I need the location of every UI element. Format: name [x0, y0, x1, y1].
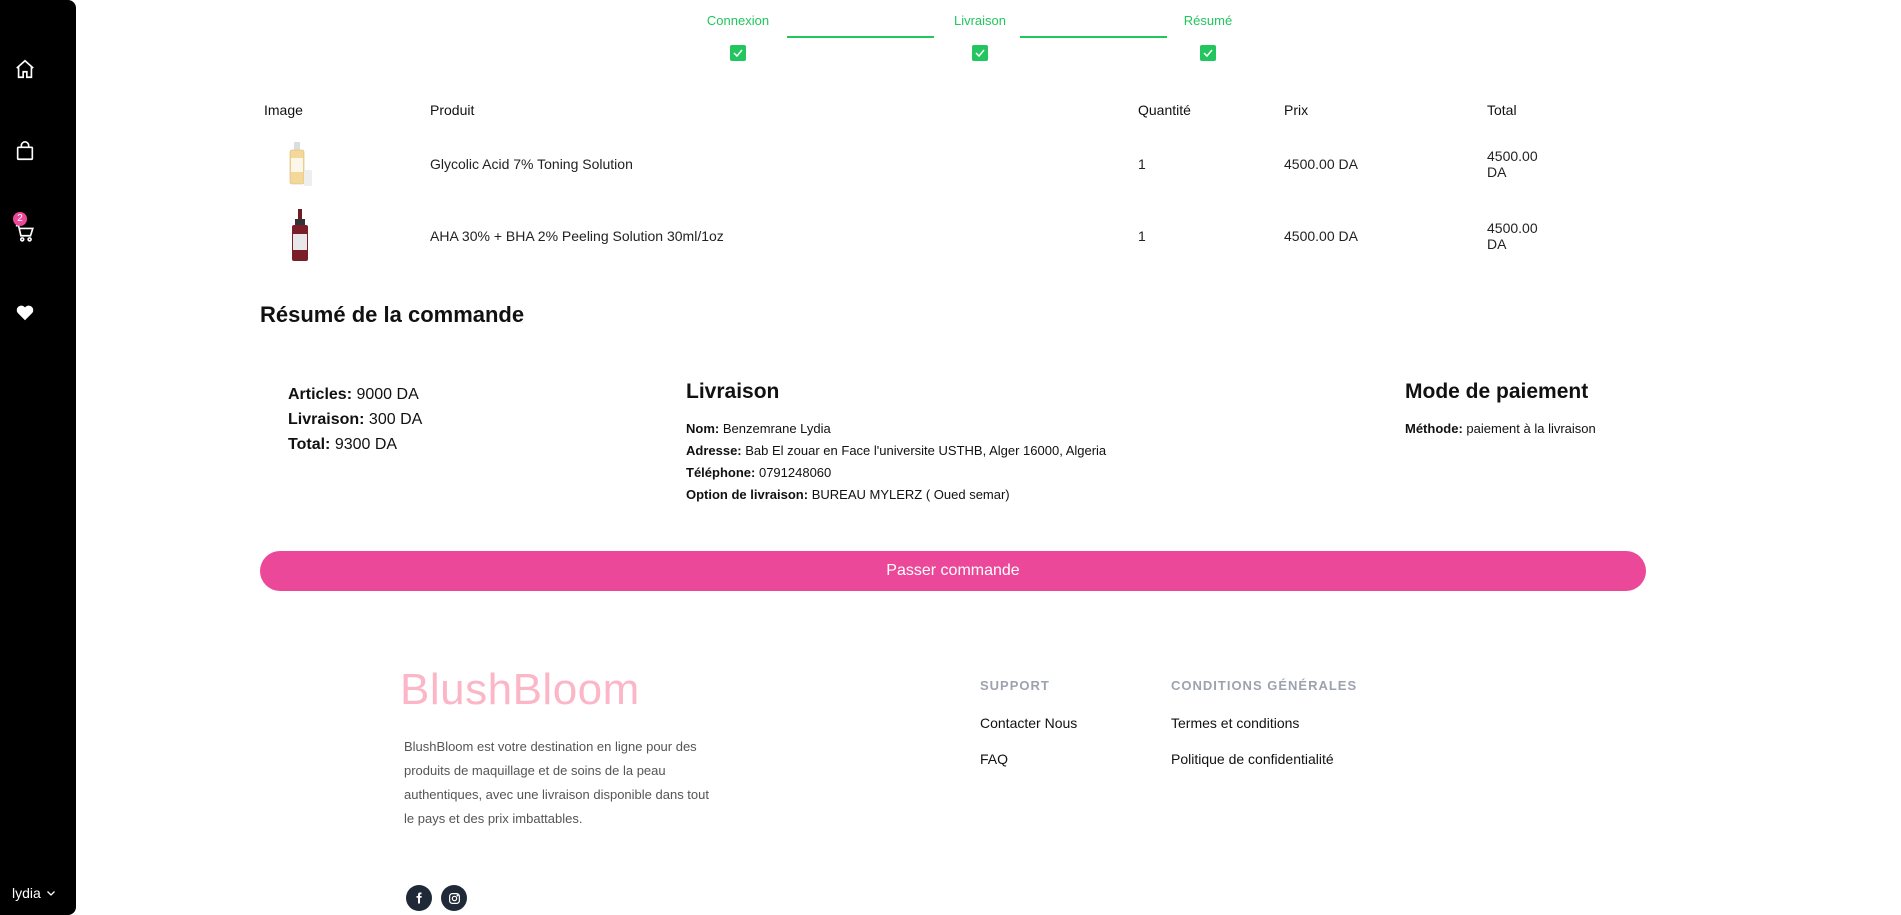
order-summary-title: Résumé de la commande — [260, 302, 525, 327]
footer-link-contact[interactable]: Contacter Nous — [980, 715, 1077, 731]
table-row: Glycolic Acid 7% Toning Solution 1 4500.… — [260, 128, 1550, 200]
home-icon[interactable] — [13, 57, 37, 81]
product-image — [280, 208, 320, 264]
product-total: 4500.00 DA — [1487, 220, 1538, 252]
column-header-quantity: Quantité — [1138, 102, 1191, 118]
payment-method: Méthode: paiement à la livraison — [1405, 421, 1596, 436]
product-quantity: 1 — [1138, 156, 1146, 172]
product-name: Glycolic Acid 7% Toning Solution — [430, 156, 633, 172]
total-value: 9300 DA — [334, 436, 398, 453]
articles-line: Articles: 9000 DA — [288, 386, 419, 403]
footer-link-faq[interactable]: FAQ — [980, 751, 1077, 767]
footer-support-heading: SUPPORT — [980, 678, 1050, 693]
total-line: Total: 9300 DA — [288, 436, 398, 453]
user-menu[interactable]: lydia — [12, 885, 57, 901]
order-totals: Articles: 9000 DA Livraison: 300 DA Tota… — [288, 382, 422, 457]
footer-link-terms[interactable]: Termes et conditions — [1171, 715, 1357, 731]
instagram-icon[interactable] — [441, 885, 467, 911]
delivery-address: Adresse: Bab El zouar en Face l'universi… — [686, 443, 1107, 458]
payment-title: Mode de paiement — [1405, 380, 1589, 403]
column-header-price: Prix — [1284, 102, 1309, 118]
chevron-down-icon — [46, 891, 55, 896]
stepper-line — [787, 36, 934, 38]
brand-logo: BlushBloom — [400, 665, 640, 714]
delivery-phone: Téléphone: 0791248060 — [686, 465, 832, 480]
heart-icon[interactable] — [13, 300, 37, 324]
product-name: AHA 30% + BHA 2% Peeling Solution 30ml/1… — [430, 228, 724, 244]
footer-link-privacy[interactable]: Politique de confidentialité — [1171, 751, 1357, 767]
delivery-name: Nom: Benzemrane Lydia — [686, 421, 831, 436]
facebook-icon[interactable] — [406, 885, 432, 911]
stepper-line — [1020, 36, 1167, 38]
brand-description: BlushBloom est votre destination en lign… — [404, 739, 709, 826]
product-total: 4500.00 DA — [1487, 148, 1538, 180]
step-label-connexion: Connexion — [706, 13, 770, 28]
check-icon — [972, 45, 988, 61]
column-header-total: Total — [1487, 102, 1517, 118]
checkout-stepper: Connexion Livraison Résumé — [690, 0, 1240, 70]
footer-conditions: CONDITIONS GÉNÉRALES Termes et condition… — [1171, 678, 1357, 787]
articles-value: 9000 DA — [356, 386, 419, 403]
shipping-value: 300 DA — [368, 411, 423, 428]
column-header-product: Produit — [430, 102, 475, 118]
column-header-image: Image — [264, 102, 303, 118]
delivery-title: Livraison — [686, 380, 780, 403]
shipping-line: Livraison: 300 DA — [288, 411, 423, 428]
product-image — [280, 136, 320, 192]
table-row: AHA 30% + BHA 2% Peeling Solution 30ml/1… — [260, 200, 1550, 272]
sidebar: 2 lydia — [0, 0, 76, 915]
delivery-section: Livraison Nom: Benzemrane Lydia Adresse:… — [686, 380, 1106, 506]
cart-table: Image Produit Quantité Prix Total Glycol… — [260, 98, 1550, 272]
user-name: lydia — [12, 885, 41, 901]
delivery-option: Option de livraison: BUREAU MYLERZ ( Oue… — [686, 487, 1010, 502]
table-header-row: Image Produit Quantité Prix Total — [260, 98, 1550, 128]
step-label-resume: Résumé — [1183, 13, 1233, 28]
product-quantity: 1 — [1138, 228, 1146, 244]
product-price: 4500.00 DA — [1284, 228, 1358, 244]
product-price: 4500.00 DA — [1284, 156, 1358, 172]
check-icon — [730, 45, 746, 61]
footer-conditions-heading: CONDITIONS GÉNÉRALES — [1171, 678, 1358, 693]
step-label-livraison: Livraison — [953, 13, 1007, 28]
footer-support: SUPPORT Contacter Nous FAQ — [980, 678, 1077, 787]
shopping-bag-icon[interactable] — [13, 139, 37, 163]
place-order-button[interactable]: Passer commande — [260, 551, 1646, 591]
check-icon — [1200, 45, 1216, 61]
payment-section: Mode de paiement Méthode: paiement à la … — [1405, 380, 1596, 440]
cart-count-badge: 2 — [13, 212, 27, 226]
